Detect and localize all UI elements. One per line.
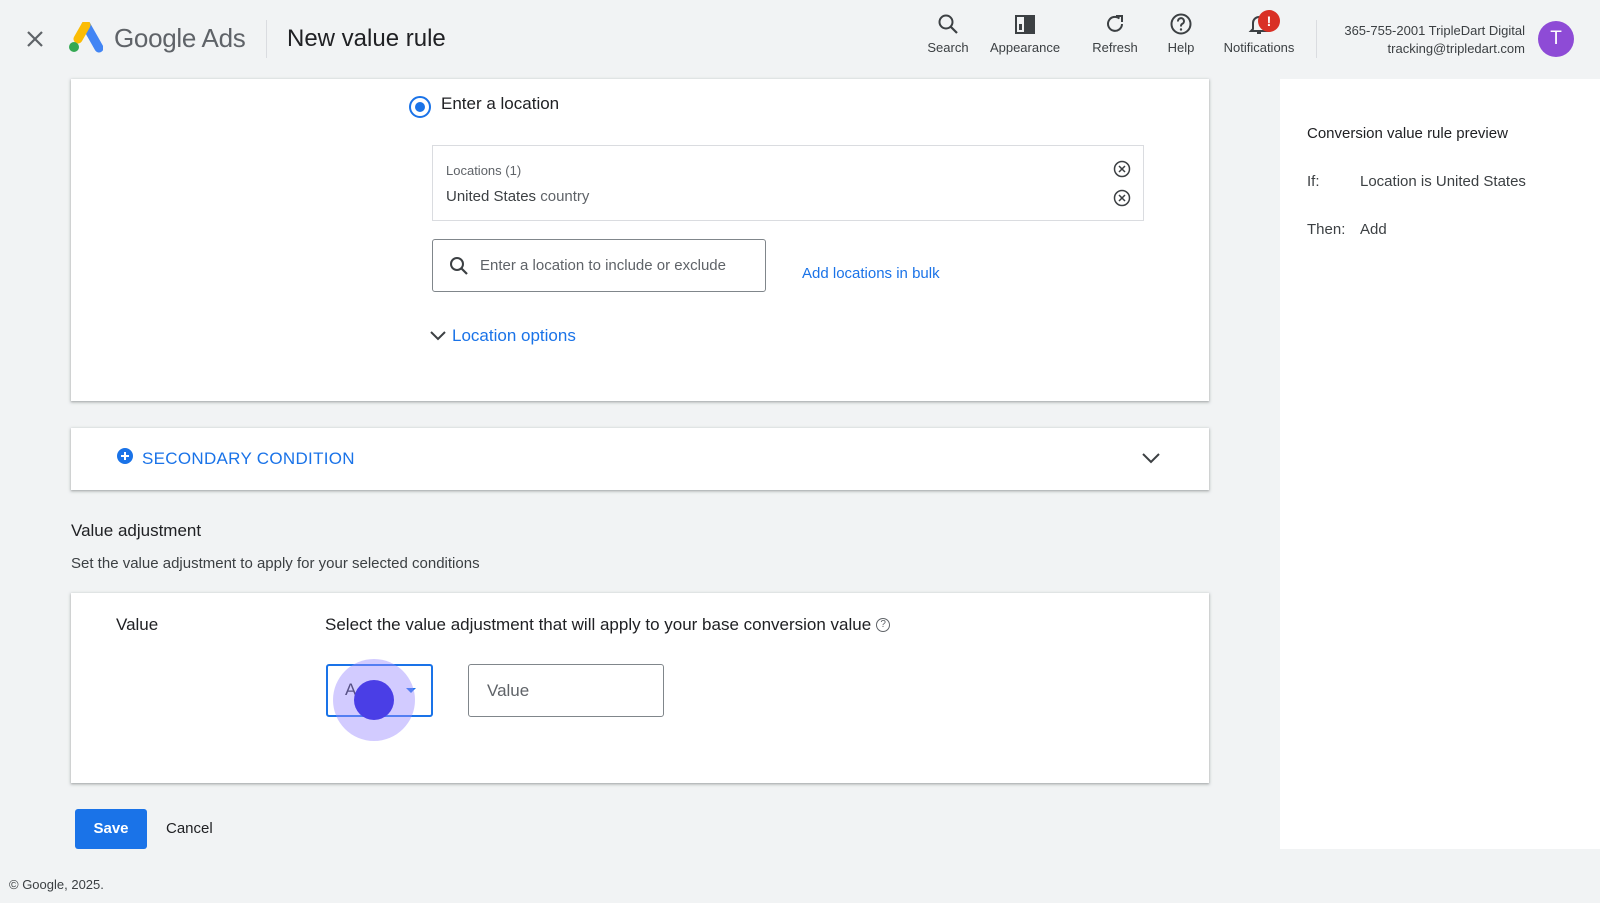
locations-header: Locations (1) — [446, 163, 522, 178]
account-id-name: 365-755-2001 TripleDart Digital — [1344, 23, 1525, 38]
appearance-tool-label: Appearance — [989, 40, 1061, 55]
brand-name: Google Ads — [114, 23, 246, 53]
appearance-tool-button[interactable]: Appearance — [985, 10, 1065, 66]
preview-then-value: Add — [1360, 221, 1387, 238]
chevron-down-icon — [1142, 453, 1160, 464]
avatar[interactable]: T — [1538, 21, 1574, 57]
location-options-toggle[interactable]: Location options — [429, 326, 576, 346]
appearance-icon — [1015, 15, 1035, 34]
account-email: tracking@tripledart.com — [1387, 41, 1525, 56]
notification-badge: ! — [1258, 10, 1280, 32]
search-tool-label: Search — [927, 40, 969, 55]
clear-all-locations-icon[interactable] — [1113, 160, 1131, 178]
value-description: Select the value adjustment that will ap… — [325, 615, 891, 635]
location-search-placeholder: Enter a location to include or exclude — [480, 257, 726, 274]
save-button[interactable]: Save — [75, 809, 147, 849]
value-adjustment-title: Value adjustment — [71, 521, 202, 540]
selected-locations-box: Locations (1) United States country — [432, 145, 1144, 221]
secondary-condition-card[interactable]: SECONDARY CONDITION — [71, 428, 1209, 490]
header-divider — [266, 20, 267, 58]
adjustment-type-value: A — [345, 680, 357, 699]
help-icon[interactable]: ? — [876, 618, 891, 632]
value-input[interactable] — [468, 664, 664, 717]
account-info[interactable]: 365-755-2001 TripleDart Digital tracking… — [1344, 22, 1525, 58]
close-icon[interactable] — [22, 26, 48, 52]
value-row-label: Value — [116, 615, 159, 634]
adjustment-type-select[interactable]: A — [326, 664, 433, 717]
value-adjustment-subtitle: Set the value adjustment to apply for yo… — [71, 555, 480, 572]
add-locations-bulk-link[interactable]: Add locations in bulk — [802, 265, 940, 282]
enter-location-radio[interactable] — [409, 96, 431, 118]
search-tool-button[interactable]: Search — [919, 10, 977, 66]
page-title: New value rule — [287, 25, 446, 52]
refresh-tool-label: Refresh — [1092, 40, 1138, 55]
chevron-down-icon — [430, 331, 446, 341]
secondary-condition-label: SECONDARY CONDITION — [142, 449, 355, 468]
help-icon — [1170, 13, 1192, 35]
preview-then-key: Then: — [1307, 221, 1346, 238]
top-bar: Google Ads New value rule Search Appeara… — [0, 0, 1600, 79]
location-condition-card: Enter a location Locations (1) United St… — [71, 79, 1209, 401]
google-ads-logo-icon — [67, 20, 104, 54]
enter-location-label: Enter a location — [441, 94, 560, 113]
help-tool-button[interactable]: Help — [1160, 10, 1202, 66]
remove-location-icon[interactable] — [1113, 189, 1131, 207]
cancel-button[interactable]: Cancel — [160, 809, 219, 849]
search-icon — [450, 257, 468, 275]
add-circle-icon — [117, 448, 133, 464]
footer-copyright: © Google, 2025. — [9, 877, 104, 892]
help-tool-label: Help — [1167, 40, 1195, 55]
preview-if-key: If: — [1307, 173, 1320, 190]
preview-title: Conversion value rule preview — [1307, 125, 1508, 142]
notifications-tool-label: Notifications — [1223, 40, 1295, 55]
value-description-text: Select the value adjustment that will ap… — [325, 615, 872, 634]
rule-preview-panel: Conversion value rule preview If: Locati… — [1280, 79, 1600, 849]
value-adjustment-card: Value Select the value adjustment that w… — [71, 593, 1209, 783]
location-item: United States country — [446, 188, 589, 205]
preview-if-value: Location is United States — [1360, 173, 1526, 190]
dropdown-arrow-icon — [406, 688, 416, 693]
refresh-icon — [1107, 15, 1123, 32]
location-name: United States — [446, 188, 537, 205]
header-divider — [1316, 20, 1317, 58]
location-type: country — [540, 188, 590, 205]
location-options-label: Location options — [452, 326, 576, 345]
location-search-input[interactable]: Enter a location to include or exclude — [432, 239, 766, 292]
search-icon — [938, 14, 958, 34]
refresh-tool-button[interactable]: Refresh — [1085, 10, 1145, 66]
notifications-tool-button[interactable]: ! Notifications — [1218, 10, 1300, 66]
